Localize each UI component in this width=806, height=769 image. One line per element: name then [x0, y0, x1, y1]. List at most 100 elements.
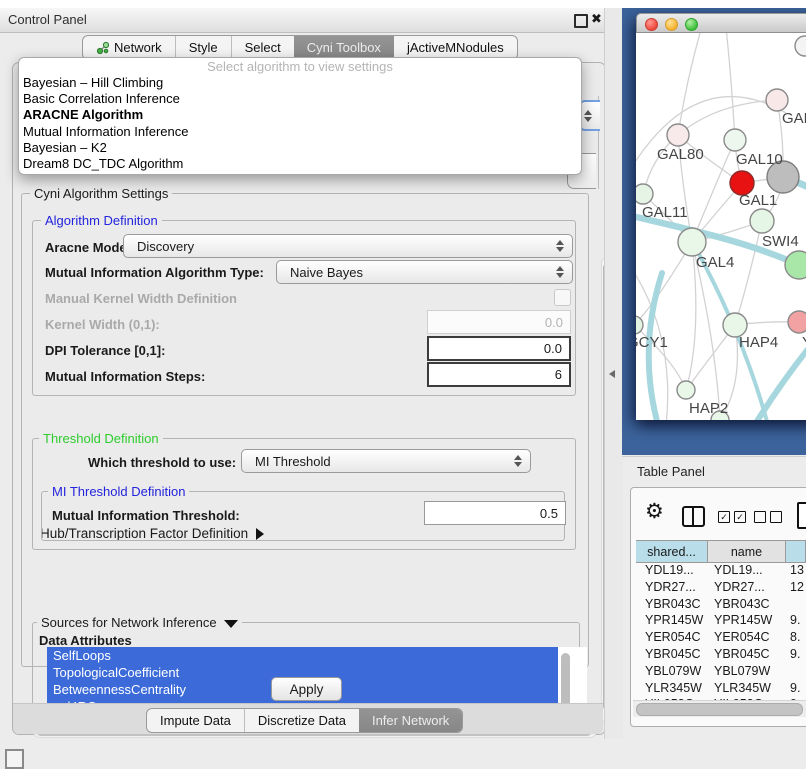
- table-cell: YBL079W: [708, 663, 786, 680]
- apply-button-label: Apply: [290, 682, 324, 697]
- node-label: GAL4: [696, 254, 734, 271]
- node-label: HAP2: [689, 400, 728, 417]
- aracne-mode-value: Discovery: [137, 239, 194, 254]
- tab-select[interactable]: Select: [231, 36, 294, 59]
- splitter-collapse-icon[interactable]: [609, 370, 615, 378]
- which-threshold-value: MI Threshold: [255, 454, 331, 469]
- network-node-hap2[interactable]: [677, 381, 695, 399]
- node-label: HAP4: [739, 334, 778, 351]
- table-cell: YPR145W: [636, 612, 708, 629]
- table-rows[interactable]: YDL19...YDL19...13YDR27...YDR27...12YBR0…: [636, 562, 806, 700]
- network-node[interactable]: [795, 36, 806, 56]
- tab-impute-data[interactable]: Impute Data: [147, 709, 244, 732]
- cyni-settings-legend: Cyni Algorithm Settings: [30, 186, 172, 201]
- network-node-swi4[interactable]: [785, 251, 806, 279]
- column-header[interactable]: shared...: [636, 541, 708, 562]
- algorithm-definition-legend: Algorithm Definition: [41, 213, 162, 228]
- column-header[interactable]: name: [708, 541, 786, 562]
- table-row[interactable]: YER054CYER054C8.: [636, 629, 806, 646]
- mi-threshold-input[interactable]: 0.5: [424, 501, 566, 525]
- tab-label: Select: [245, 36, 281, 59]
- deselect-all-columns-button[interactable]: [754, 511, 782, 523]
- table-cell: YBR043C: [708, 596, 786, 613]
- columns-icon[interactable]: [682, 506, 705, 527]
- scrollbar-thumb[interactable]: [636, 703, 803, 716]
- mi-threshold-value: 0.5: [540, 506, 558, 521]
- network-window[interactable]: GALGAL80GAL10GAL1GAL11GAL4SWI4GCY1HAP4YH…: [636, 13, 806, 418]
- table-cell: YPR145W: [708, 612, 786, 629]
- network-node-y[interactable]: [788, 311, 806, 333]
- apply-button[interactable]: Apply: [271, 677, 342, 701]
- select-all-columns-button[interactable]: ✓✓: [718, 511, 746, 523]
- tab-jactivemnodules[interactable]: jActiveMNodules: [394, 36, 517, 59]
- network-node-gal10[interactable]: [724, 129, 746, 151]
- manual-kernel-checkbox[interactable]: [554, 289, 571, 306]
- column-header[interactable]: [786, 541, 806, 562]
- tab-label: Network: [114, 36, 162, 59]
- mi-type-combo[interactable]: Naive Bayes: [276, 260, 573, 284]
- network-node-gal80[interactable]: [667, 124, 689, 146]
- control-panel-titlebar: [0, 8, 620, 33]
- mi-steps-input[interactable]: 6: [427, 362, 571, 387]
- network-canvas[interactable]: GALGAL80GAL10GAL1GAL11GAL4SWI4GCY1HAP4YH…: [636, 33, 806, 420]
- table-row[interactable]: YPR145WYPR145W9.: [636, 612, 806, 629]
- dropdown-item[interactable]: Mutual Information Inference: [19, 124, 581, 140]
- kernel-width-input[interactable]: 0.0: [427, 310, 571, 334]
- node-label: GAL80: [657, 146, 704, 163]
- table-row[interactable]: YBL079WYBL079W: [636, 663, 806, 680]
- table-cell: 9.: [786, 646, 800, 663]
- dropdown-item[interactable]: Bayesian – Hill Climbing: [19, 75, 581, 91]
- algorithm-dropdown-popup: Select algorithm to view settings Bayesi…: [18, 57, 582, 175]
- dropdown-item[interactable]: Dream8 DC_TDC Algorithm: [19, 156, 581, 172]
- tab-discretize-data[interactable]: Discretize Data: [244, 709, 359, 732]
- table-row[interactable]: YDR27...YDR27...12: [636, 579, 806, 596]
- table-row[interactable]: YBR043CYBR043C: [636, 596, 806, 613]
- focused-combo-fragment[interactable]: [579, 100, 600, 131]
- float-window-icon[interactable]: [574, 14, 588, 28]
- checked-box-icon: ✓: [734, 511, 746, 523]
- sources-legend[interactable]: Sources for Network Inference: [37, 615, 242, 630]
- table-header-row[interactable]: shared...name: [636, 540, 806, 563]
- which-threshold-combo[interactable]: MI Threshold: [241, 449, 531, 473]
- network-node-gal4[interactable]: [678, 228, 706, 256]
- dropdown-item[interactable]: Basic Correlation Inference: [19, 91, 581, 107]
- node-label: GAL10: [736, 151, 783, 168]
- close-traffic-light-icon[interactable]: [645, 18, 658, 31]
- table-row[interactable]: YBR045CYBR045C9.: [636, 646, 806, 663]
- zoom-traffic-light-icon[interactable]: [685, 18, 698, 31]
- stepper-arrows-icon: [555, 266, 563, 278]
- data-attributes-label: Data Attributes: [39, 633, 132, 648]
- tab-infer-network[interactable]: Infer Network: [359, 709, 462, 732]
- aracne-mode-combo[interactable]: Discovery: [123, 234, 573, 258]
- stepper-arrows-icon: [555, 240, 563, 252]
- scrollbar-thumb[interactable]: [561, 653, 570, 709]
- table-horizontal-scrollbar[interactable]: [633, 700, 806, 717]
- network-node[interactable]: [750, 209, 774, 233]
- minimize-traffic-light-icon[interactable]: [665, 18, 678, 31]
- divider: [622, 456, 806, 457]
- network-window-titlebar[interactable]: [636, 13, 806, 33]
- mi-type-label: Mutual Information Algorithm Type:: [45, 265, 264, 280]
- tab-network[interactable]: Network: [83, 36, 175, 59]
- table-row[interactable]: YDL19...YDL19...13: [636, 562, 806, 579]
- node-label: Y: [802, 334, 806, 351]
- gear-icon[interactable]: ⚙: [645, 501, 664, 522]
- export-table-icon[interactable]: [797, 502, 806, 529]
- tab-cyni-toolbox[interactable]: Cyni Toolbox: [294, 36, 394, 59]
- dpi-tolerance-input[interactable]: 0.0: [427, 336, 571, 361]
- close-icon[interactable]: ✖: [591, 11, 602, 27]
- sources-legend-text: Sources for Network Inference: [41, 615, 217, 630]
- tab-label: Impute Data: [160, 709, 231, 732]
- attribute-list-item-selected[interactable]: SelfLoops: [47, 647, 558, 664]
- table-row[interactable]: YLR345WYLR345W9.: [636, 680, 806, 697]
- network-desktop: GALGAL80GAL10GAL1GAL11GAL4SWI4GCY1HAP4YH…: [622, 8, 806, 455]
- which-threshold-label: Which threshold to use:: [88, 455, 236, 470]
- table-cell: YDL19...: [636, 562, 708, 579]
- network-node-gcy1[interactable]: [636, 316, 643, 334]
- dropdown-item[interactable]: ARACNE Algorithm: [19, 107, 581, 123]
- table-cell: 9.: [786, 680, 800, 697]
- tab-style[interactable]: Style: [175, 36, 231, 59]
- network-node-gal11[interactable]: [636, 184, 653, 204]
- dropdown-item[interactable]: Bayesian – K2: [19, 140, 581, 156]
- network-node-gal[interactable]: [766, 89, 788, 111]
